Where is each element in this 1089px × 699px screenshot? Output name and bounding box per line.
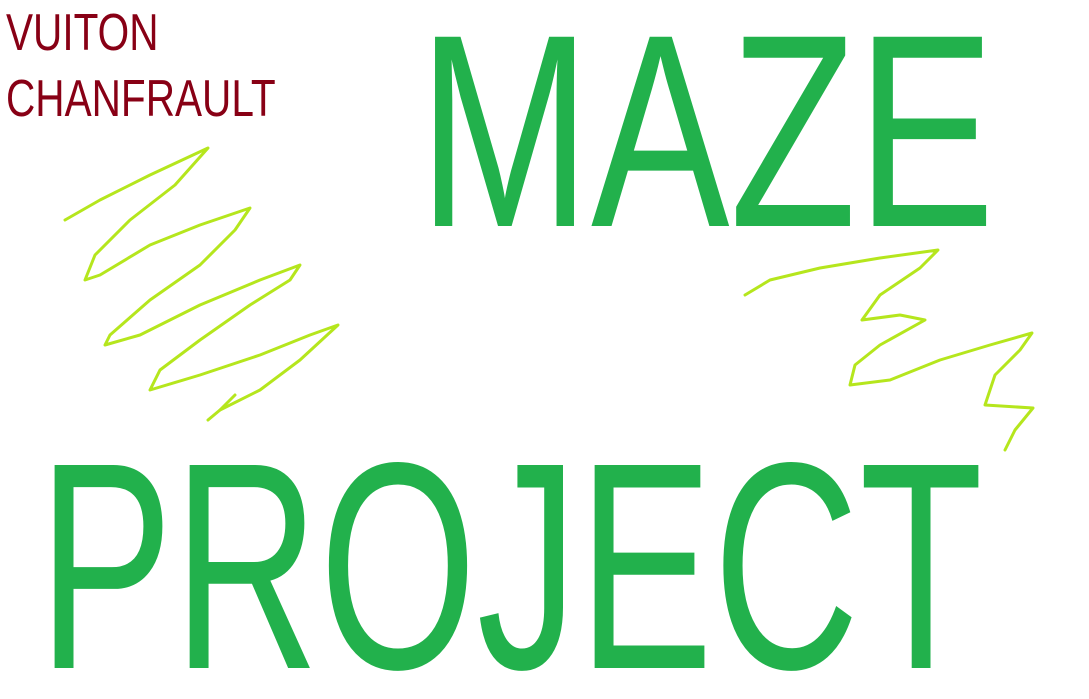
paint-canvas: MAZE PROJECT VUITON CHANFRAULT bbox=[0, 0, 1089, 699]
title-maze: MAZE bbox=[418, 0, 995, 285]
title-project: PROJECT bbox=[38, 401, 983, 699]
author-signature: VUITON CHANFRAULT bbox=[6, 4, 276, 128]
